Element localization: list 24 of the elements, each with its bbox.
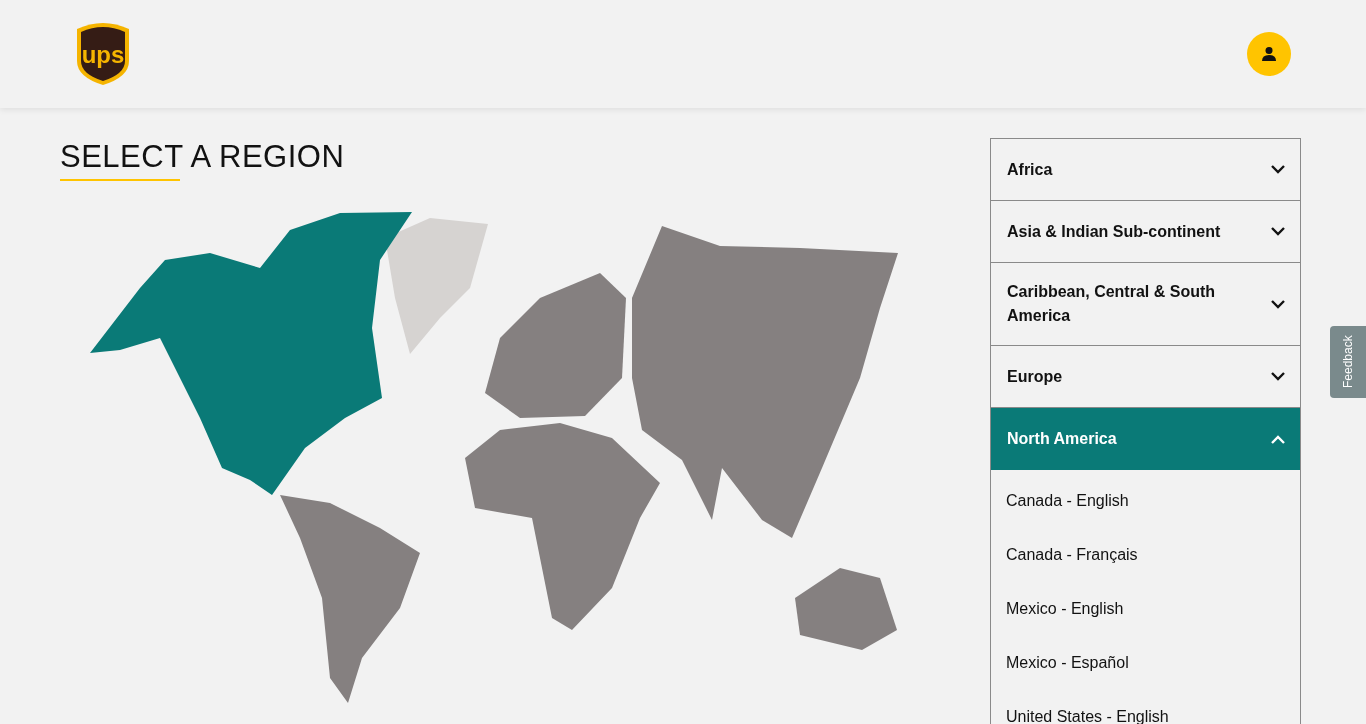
continent-shape[interactable]	[795, 568, 897, 651]
continent-shape[interactable]	[465, 423, 660, 631]
country-link[interactable]: Canada - Français	[991, 528, 1300, 582]
country-link[interactable]: Mexico - English	[991, 582, 1300, 636]
chevron-down-icon	[1271, 165, 1285, 174]
page-title: SELECT A REGION	[60, 138, 346, 176]
chevron-down-icon	[1271, 299, 1285, 309]
chevron-up-icon	[1271, 434, 1285, 444]
continent-shape[interactable]	[90, 212, 412, 496]
logo[interactable]: ups	[75, 21, 131, 87]
continent-shape[interactable]	[485, 273, 626, 419]
region-header[interactable]: Africa	[991, 139, 1300, 201]
region-header[interactable]: Caribbean, Central & South America	[991, 263, 1300, 346]
person-icon	[1261, 46, 1277, 62]
account-button[interactable]	[1247, 32, 1291, 76]
continent-shape[interactable]	[280, 495, 420, 704]
chevron-down-icon	[1271, 372, 1285, 381]
country-link[interactable]: Mexico - Español	[991, 636, 1300, 690]
region-header[interactable]: North America	[991, 408, 1300, 470]
chevron-down-icon	[1271, 227, 1285, 236]
region-header[interactable]: Asia & Indian Sub-continent	[991, 201, 1300, 263]
feedback-tab[interactable]: Feedback	[1330, 326, 1366, 398]
continent-shape[interactable]	[632, 226, 898, 539]
country-link[interactable]: Canada - English	[991, 474, 1300, 528]
